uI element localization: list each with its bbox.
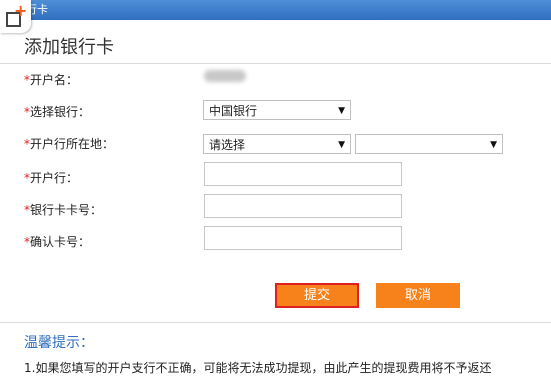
card-number-input[interactable] bbox=[204, 194, 402, 218]
cancel-button[interactable]: 取消 bbox=[376, 283, 460, 308]
account-name-label: *开户名： bbox=[24, 72, 78, 88]
branch-label: *开户行： bbox=[24, 170, 78, 186]
dropdown-caret-icon: ▼ bbox=[490, 140, 497, 150]
confirm-card-label-text: 确认卡号： bbox=[30, 235, 91, 249]
title-bar: 行卡 bbox=[0, 0, 551, 20]
confirm-card-label: *确认卡号： bbox=[24, 234, 90, 250]
province-select[interactable]: 请选择 ▼ bbox=[203, 134, 351, 154]
location-label: *开户行所在地： bbox=[24, 136, 114, 152]
city-select[interactable]: ▼ bbox=[355, 134, 503, 154]
account-name-label-text: 开户名： bbox=[30, 73, 79, 87]
page-title: 添加银行卡 bbox=[24, 37, 114, 58]
heading-divider bbox=[0, 63, 551, 64]
tips-line-1: 1.如果您填写的开户支行不正确，可能将无法成功提现，由此产生的提现费用将不予返还 bbox=[24, 361, 492, 375]
bank-select[interactable]: 中国银行 ▼ bbox=[203, 100, 351, 120]
bank-select-value: 中国银行 bbox=[209, 104, 258, 118]
add-window-icon[interactable]: + bbox=[0, 0, 31, 33]
branch-label-text: 开户行： bbox=[30, 171, 79, 185]
submit-button[interactable]: 提交 bbox=[275, 283, 359, 308]
tips-title: 温馨提示： bbox=[24, 335, 94, 351]
tips-divider bbox=[0, 322, 551, 323]
province-select-value: 请选择 bbox=[209, 138, 246, 152]
location-label-text: 开户行所在地： bbox=[30, 137, 115, 151]
dropdown-caret-icon: ▼ bbox=[338, 140, 345, 150]
card-number-label: *银行卡卡号： bbox=[24, 202, 102, 218]
dropdown-caret-icon: ▼ bbox=[338, 106, 345, 116]
bank-label: *选择银行： bbox=[24, 104, 90, 120]
card-number-label-text: 银行卡卡号： bbox=[30, 203, 103, 217]
branch-input[interactable] bbox=[204, 162, 402, 186]
account-name-value-redacted bbox=[204, 70, 246, 82]
plus-icon: + bbox=[14, 1, 28, 20]
add-bank-card-window: 行卡 + 添加银行卡 *开户名： *选择银行： 中国银行 ▼ *开户行所在地： … bbox=[0, 0, 551, 381]
confirm-card-input[interactable] bbox=[204, 226, 402, 250]
bank-label-text: 选择银行： bbox=[30, 105, 91, 119]
